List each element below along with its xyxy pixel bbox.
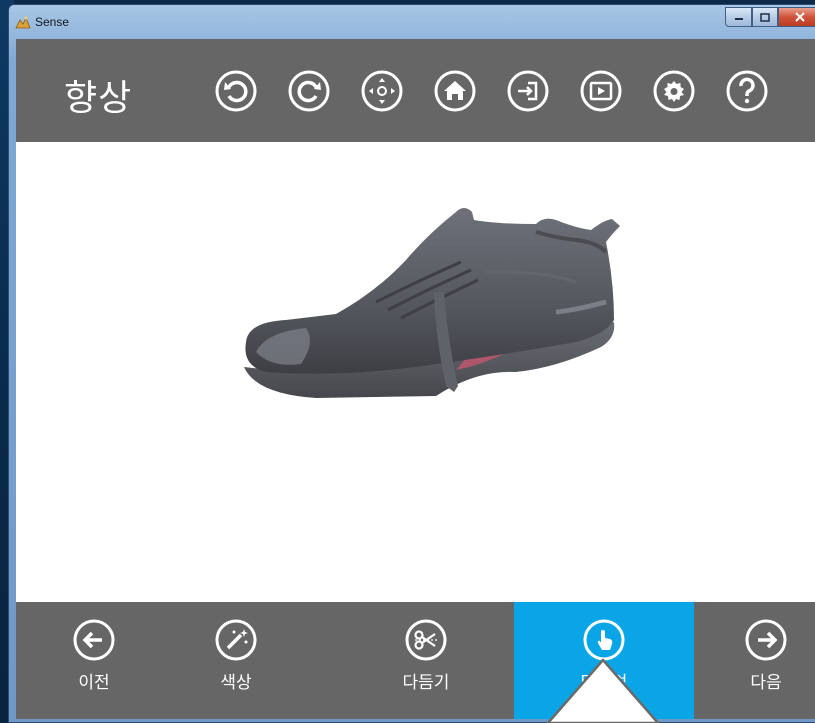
callout-arrow xyxy=(546,658,660,723)
